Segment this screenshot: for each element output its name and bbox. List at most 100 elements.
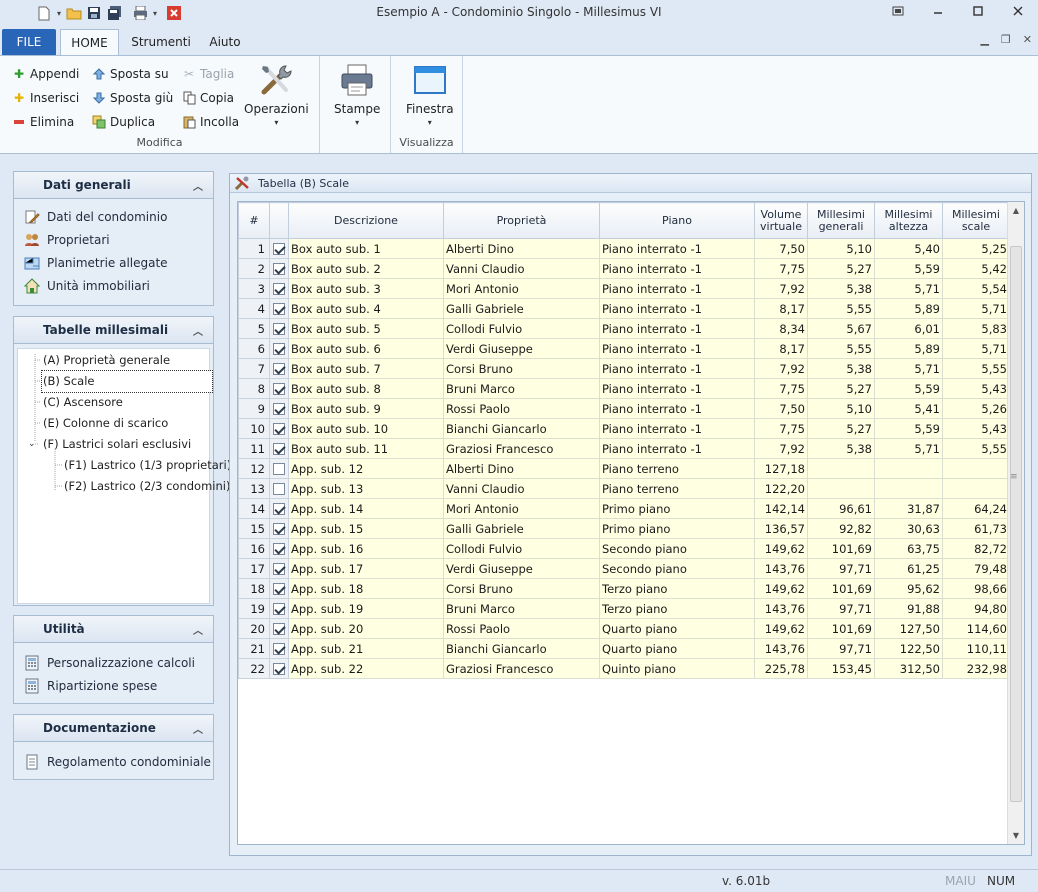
nav-dati-condominio[interactable]: Dati del condominio (14, 205, 213, 228)
incolla-button[interactable]: Incolla (182, 111, 239, 133)
cell-descrizione[interactable]: App. sub. 14 (288, 498, 444, 519)
row-checkbox[interactable] (273, 463, 285, 475)
duplica-button[interactable]: Duplica (92, 111, 155, 133)
cell-volume-virtuale[interactable]: 122,20 (754, 478, 808, 499)
cell-piano[interactable]: Quarto piano (599, 618, 755, 639)
cell-piano[interactable]: Piano interrato -1 (599, 258, 755, 279)
cell-millesimi-altezza[interactable]: 6,01 (874, 318, 943, 339)
cell-piano[interactable]: Piano interrato -1 (599, 318, 755, 339)
cell-proprieta[interactable]: Vanni Claudio (443, 478, 600, 499)
cell-index[interactable]: 15 (238, 518, 270, 539)
table-row[interactable]: 15 App. sub. 15 Galli Gabriele Primo piano 1… (238, 518, 1010, 539)
scroll-up-icon[interactable]: ▲ (1008, 202, 1024, 219)
cell-millesimi-generali[interactable]: 5,55 (807, 298, 875, 319)
cell-volume-virtuale[interactable]: 142,14 (754, 498, 808, 519)
cell-proprieta[interactable]: Alberti Dino (443, 458, 600, 479)
col-header-descrizione[interactable]: Descrizione (288, 202, 444, 239)
cell-volume-virtuale[interactable]: 7,75 (754, 258, 808, 279)
cell-millesimi-generali[interactable]: 101,69 (807, 538, 875, 559)
cell-check[interactable] (269, 418, 289, 439)
row-checkbox[interactable] (273, 483, 285, 495)
cell-proprieta[interactable]: Graziosi Francesco (443, 658, 600, 679)
cell-piano[interactable]: Piano interrato -1 (599, 358, 755, 379)
cell-millesimi-scale[interactable] (942, 458, 1010, 479)
cell-piano[interactable]: Quarto piano (599, 638, 755, 659)
cell-piano[interactable]: Piano interrato -1 (599, 278, 755, 299)
cell-proprieta[interactable]: Verdi Giuseppe (443, 558, 600, 579)
row-checkbox[interactable] (273, 423, 285, 435)
mdi-minimize-icon[interactable]: ▁ (980, 33, 988, 46)
cell-proprieta[interactable]: Vanni Claudio (443, 258, 600, 279)
copia-button[interactable]: Copia (182, 87, 234, 109)
cell-piano[interactable]: Piano interrato -1 (599, 338, 755, 359)
table-row[interactable]: 2 Box auto sub. 2 Vanni Claudio Piano inter… (238, 258, 1010, 279)
cell-descrizione[interactable]: Box auto sub. 8 (288, 378, 444, 399)
row-checkbox[interactable] (273, 303, 285, 315)
nav-planimetrie[interactable]: Planimetrie allegate (14, 251, 213, 274)
cell-check[interactable] (269, 358, 289, 379)
sposta-giu-button[interactable]: Sposta giù (92, 87, 173, 109)
cell-volume-virtuale[interactable]: 143,76 (754, 638, 808, 659)
cell-piano[interactable]: Terzo piano (599, 578, 755, 599)
cell-millesimi-scale[interactable]: 61,73 (942, 518, 1010, 539)
cell-check[interactable] (269, 378, 289, 399)
cell-proprieta[interactable]: Rossi Paolo (443, 618, 600, 639)
table-row[interactable]: 10 Box auto sub. 10 Bianchi Giancarlo Piano… (238, 418, 1010, 439)
cell-descrizione[interactable]: App. sub. 19 (288, 598, 444, 619)
cell-millesimi-scale[interactable]: 94,80 (942, 598, 1010, 619)
tree-item-b[interactable]: (B) Scale (41, 370, 213, 393)
cell-proprieta[interactable]: Rossi Paolo (443, 398, 600, 419)
row-checkbox[interactable] (273, 263, 285, 275)
cell-millesimi-altezza[interactable]: 31,87 (874, 498, 943, 519)
cell-proprieta[interactable]: Galli Gabriele (443, 518, 600, 539)
cell-index[interactable]: 4 (238, 298, 270, 319)
col-header-proprieta[interactable]: Proprietà (443, 202, 600, 239)
table-row[interactable]: 19 App. sub. 19 Bruni Marco Terzo piano 143,… (238, 598, 1010, 619)
cell-millesimi-generali[interactable]: 5,55 (807, 338, 875, 359)
cell-piano[interactable]: Secondo piano (599, 538, 755, 559)
cell-check[interactable] (269, 638, 289, 659)
cell-index[interactable]: 17 (238, 558, 270, 579)
row-checkbox[interactable] (273, 663, 285, 675)
table-row[interactable]: 9 Box auto sub. 9 Rossi Paolo Piano interra… (238, 398, 1010, 419)
cell-millesimi-generali[interactable]: 97,71 (807, 558, 875, 579)
cell-millesimi-altezza[interactable]: 5,71 (874, 438, 943, 459)
table-row[interactable]: 16 App. sub. 16 Collodi Fulvio Secondo pian… (238, 538, 1010, 559)
cell-millesimi-generali[interactable]: 5,38 (807, 438, 875, 459)
cell-piano[interactable]: Quinto piano (599, 658, 755, 679)
cell-volume-virtuale[interactable]: 149,62 (754, 538, 808, 559)
inserisci-button[interactable]: ✚ Inserisci (12, 87, 79, 109)
table-row[interactable]: 11 Box auto sub. 11 Graziosi Francesco Pian… (238, 438, 1010, 459)
row-checkbox[interactable] (273, 643, 285, 655)
cell-index[interactable]: 1 (238, 238, 270, 259)
row-checkbox[interactable] (273, 383, 285, 395)
cell-millesimi-altezza[interactable]: 122,50 (874, 638, 943, 659)
cell-volume-virtuale[interactable]: 136,57 (754, 518, 808, 539)
cell-millesimi-scale[interactable]: 5,54 (942, 278, 1010, 299)
cell-millesimi-scale[interactable] (942, 478, 1010, 499)
cell-millesimi-generali[interactable]: 97,71 (807, 638, 875, 659)
cell-descrizione[interactable]: Box auto sub. 9 (288, 398, 444, 419)
cell-index[interactable]: 5 (238, 318, 270, 339)
tab-file[interactable]: FILE (2, 29, 56, 56)
cell-descrizione[interactable]: App. sub. 22 (288, 658, 444, 679)
cell-millesimi-altezza[interactable]: 5,40 (874, 238, 943, 259)
table-row[interactable]: 14 App. sub. 14 Mori Antonio Primo piano 142… (238, 498, 1010, 519)
col-header-millesimi-scale[interactable]: Millesimi scale (942, 202, 1010, 239)
vertical-scrollbar[interactable]: ▲ ≡ ▼ (1007, 202, 1024, 844)
cell-volume-virtuale[interactable]: 8,17 (754, 338, 808, 359)
cell-descrizione[interactable]: Box auto sub. 4 (288, 298, 444, 319)
cell-piano[interactable]: Piano terreno (599, 478, 755, 499)
cell-index[interactable]: 14 (238, 498, 270, 519)
cell-millesimi-generali[interactable]: 101,69 (807, 618, 875, 639)
cell-index[interactable]: 3 (238, 278, 270, 299)
cell-millesimi-generali[interactable]: 5,38 (807, 278, 875, 299)
cell-millesimi-altezza[interactable]: 127,50 (874, 618, 943, 639)
cell-check[interactable] (269, 578, 289, 599)
cell-millesimi-generali[interactable] (807, 458, 875, 479)
table-row[interactable]: 4 Box auto sub. 4 Galli Gabriele Piano inte… (238, 298, 1010, 319)
col-header-check[interactable] (269, 202, 289, 239)
cell-check[interactable] (269, 618, 289, 639)
col-header-index[interactable]: # (238, 202, 270, 239)
cell-descrizione[interactable]: Box auto sub. 1 (288, 238, 444, 259)
